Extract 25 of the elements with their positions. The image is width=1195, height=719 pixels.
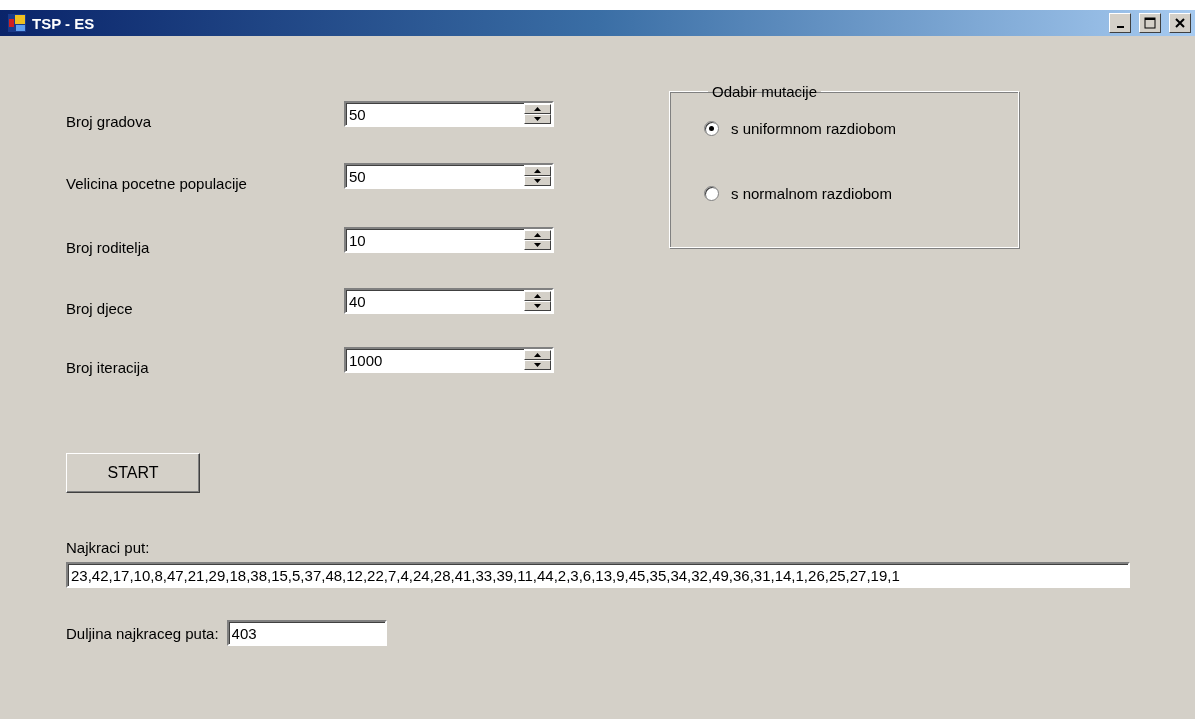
maximize-icon: [1144, 17, 1156, 29]
parameter-label: Broj roditelja: [66, 237, 151, 256]
radio-icon[interactable]: [704, 121, 719, 136]
length-field[interactable]: 403: [226, 620, 387, 646]
radio-icon[interactable]: [704, 186, 719, 201]
minimize-icon: [1116, 26, 1124, 28]
parameter-label: Velicina pocetne populacije: [66, 173, 248, 192]
length-label: Duljina najkraceg puta:: [66, 624, 219, 642]
start-button[interactable]: START: [66, 453, 200, 493]
app-icon: [8, 14, 26, 32]
radio-label: s uniformnom razdiobom: [731, 120, 897, 137]
path-field[interactable]: 23,42,17,10,8,47,21,29,18,38,15,5,37,48,12,22,7,4,24,28,41,33,39,11,44,2,3,6,13,9,45,35,34,32,49,36,31,14,1,26,25,27,19,1: [66, 562, 1130, 588]
window-title: TSP - ES: [32, 14, 96, 32]
parameter-label: Broj gradova: [66, 111, 153, 130]
close-icon: [1175, 18, 1185, 28]
parameter-label: Broj iteracija: [66, 357, 150, 376]
parameter-label: Broj djece: [66, 298, 134, 317]
minimize-button[interactable]: [1109, 13, 1131, 33]
radio-label: s normalnom razdiobom: [731, 185, 892, 202]
radio-option[interactable]: s uniformnom razdiobom: [704, 120, 1018, 137]
group-title: Odabir mutacije: [711, 83, 819, 100]
maximize-button[interactable]: [1139, 13, 1161, 33]
path-label: Najkraci put:: [66, 539, 151, 556]
radio-option[interactable]: s normalnom razdiobom: [704, 185, 1018, 202]
close-button[interactable]: [1169, 13, 1191, 33]
